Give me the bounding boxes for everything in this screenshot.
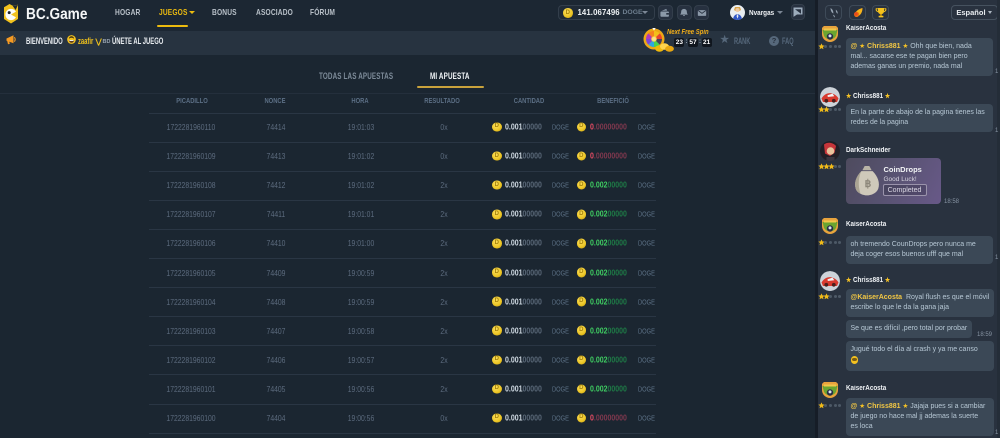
svg-text:฿: ฿ [864,179,871,190]
